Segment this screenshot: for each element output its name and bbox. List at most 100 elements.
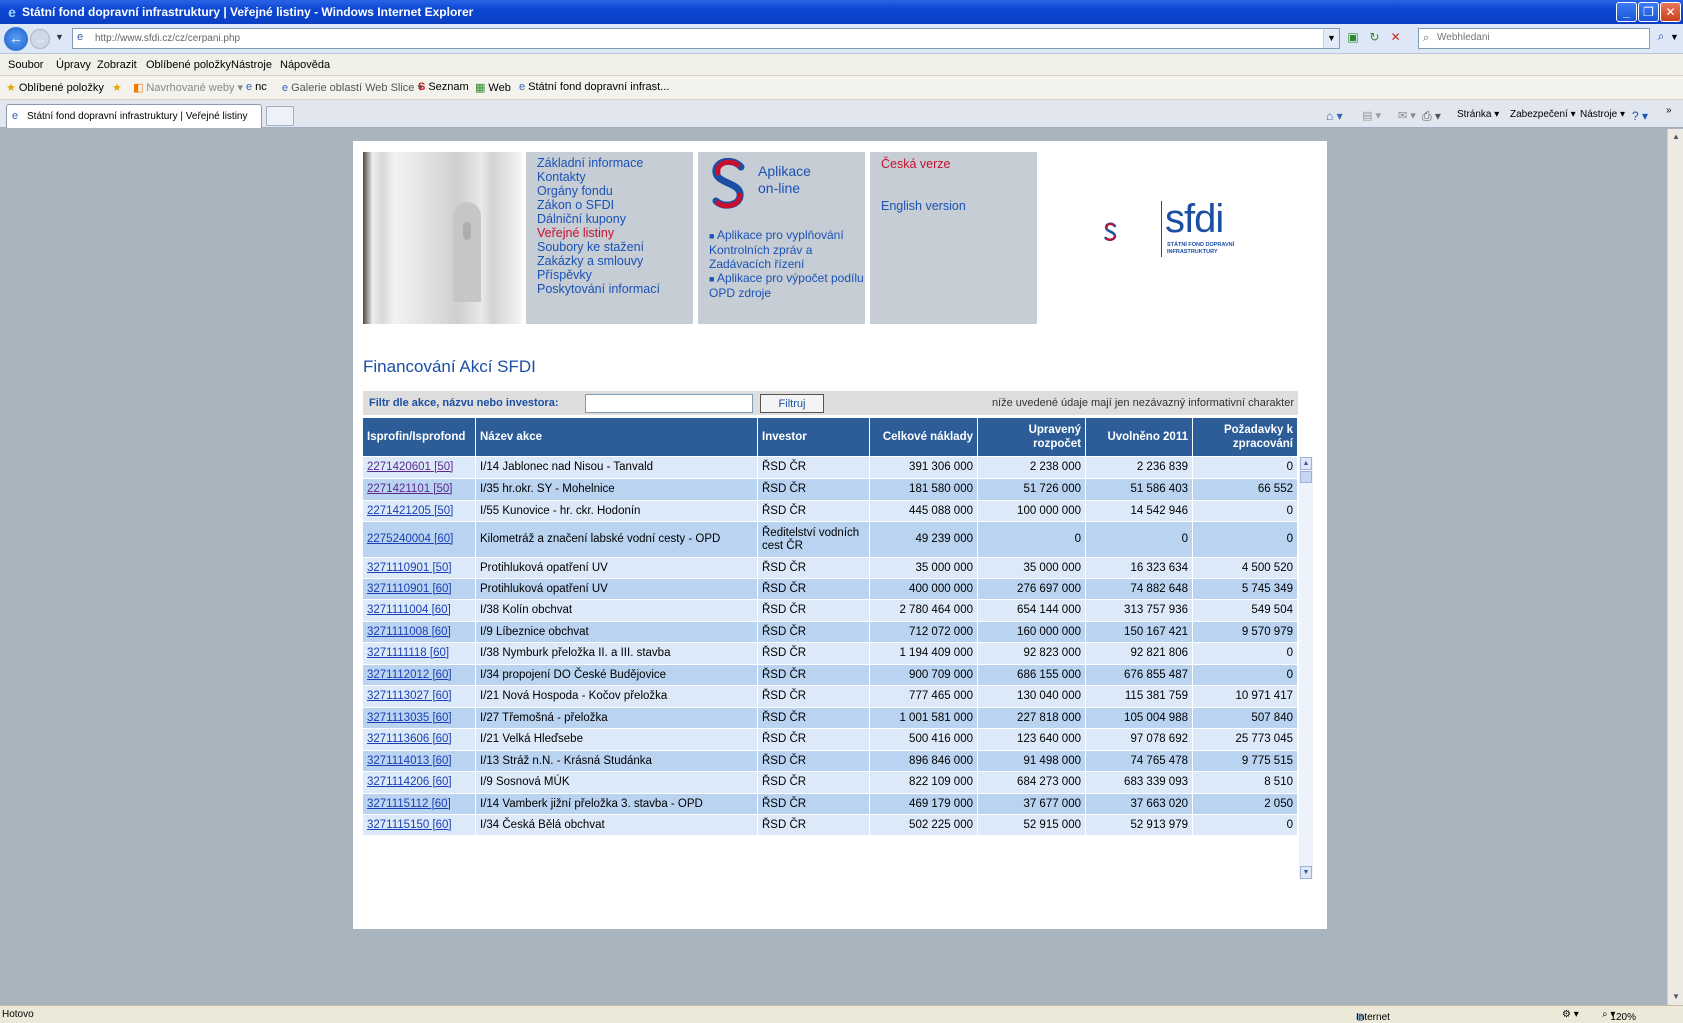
table-row: 3271113035 [60] I/27 Třemošná - přeložka Ř… (363, 708, 1298, 729)
refresh-icon[interactable]: ↻ (1365, 30, 1383, 44)
scroll-down-icon[interactable]: ▼ (1668, 989, 1683, 1005)
cell-isprofin[interactable]: 3271111008 [60] (363, 622, 476, 642)
tools-menu[interactable]: Nástroje ▾ (1580, 109, 1625, 120)
cell-isprofin[interactable]: 3271113035 [60] (363, 708, 476, 728)
nav-zakon-o-sfdi[interactable]: Zákon o SFDI (537, 198, 693, 212)
history-dropdown-icon[interactable]: ▼ (55, 32, 64, 42)
page-scrollbar[interactable]: ▲ ▼ (1667, 129, 1683, 1005)
page-icon: e (77, 31, 84, 43)
cell-upraveny: 92 823 000 (978, 643, 1086, 664)
menu-view[interactable]: Zobrazit (97, 59, 137, 71)
menu-help[interactable]: Nápověda (280, 59, 330, 71)
cell-isprofin[interactable]: 3271110901 [50] (363, 558, 476, 578)
app-link-opd[interactable]: ■ Aplikace pro výpočet podílu OPD zdroje (709, 271, 864, 300)
close-button[interactable]: ✕ (1660, 2, 1681, 22)
stop-icon[interactable]: ✕ (1387, 30, 1405, 44)
fav-sfdi[interactable]: e Státní fond dopravní infrast... (519, 81, 669, 93)
page-menu[interactable]: Stránka ▾ (1457, 109, 1499, 120)
lang-czech-link[interactable]: Česká verze (881, 157, 950, 171)
nav-organy-fondu[interactable]: Orgány fondu (537, 184, 693, 198)
nav-poskytovani-informaci[interactable]: Poskytování informací (537, 282, 693, 296)
search-field[interactable]: ⌕ (1418, 28, 1650, 49)
filter-input[interactable] (585, 394, 753, 413)
cell-investor: ŘSD ČR (758, 729, 870, 750)
url-field[interactable]: e http://www.sfdi.cz/cz/cerpani.php ▼ (72, 28, 1340, 49)
lang-english-link[interactable]: English version (881, 199, 966, 213)
mail-icon[interactable]: ✉ ▾ (1398, 109, 1416, 122)
cell-celkove: 896 846 000 (870, 751, 978, 771)
cell-isprofin[interactable]: 3271114013 [60] (363, 751, 476, 771)
nav-zakladni-informace[interactable]: Základní informace (537, 156, 693, 170)
home-icon[interactable]: ⌂ ▾ (1326, 109, 1343, 123)
filter-button[interactable]: Filtruj (760, 394, 824, 413)
back-button[interactable]: ← (4, 27, 28, 51)
fav-seznam[interactable]: S Seznam (418, 81, 469, 93)
cell-nazev: I/14 Vamberk jižní přeložka 3. stavba - … (476, 794, 758, 814)
nav-kontakty[interactable]: Kontakty (537, 170, 693, 184)
cell-celkove: 400 000 000 (870, 579, 978, 599)
cell-isprofin[interactable]: 2275240004 [60] (363, 522, 476, 557)
fav-nc[interactable]: e nc (246, 81, 267, 93)
cell-pozadavky: 8 510 (1193, 772, 1298, 793)
cell-isprofin[interactable]: 2271421101 [50] (363, 479, 476, 500)
table-scroll-thumb[interactable] (1300, 471, 1312, 483)
safety-menu[interactable]: Zabezpečení ▾ (1510, 109, 1576, 120)
maximize-button[interactable]: ❐ (1638, 2, 1659, 22)
search-icon[interactable]: ⌕ (1652, 29, 1670, 48)
scroll-up-icon[interactable]: ▲ (1668, 129, 1683, 145)
protected-mode-icon[interactable]: ⚙ ▾ (1562, 1009, 1579, 1020)
menu-file[interactable]: Soubor (8, 59, 43, 71)
table-scroll-down-icon[interactable]: ▼ (1300, 866, 1312, 879)
menu-edit[interactable]: Úpravy (56, 59, 91, 71)
nav-prispevky[interactable]: Příspěvky (537, 268, 693, 282)
feeds-icon[interactable]: ▤ ▾ (1362, 109, 1381, 122)
cell-pozadavky: 10 971 417 (1193, 686, 1298, 707)
zoom-control[interactable]: ⌕ 120% ▾ (1602, 1009, 1636, 1023)
nav-zakazky-a-smlouvy[interactable]: Zakázky a smlouvy (537, 254, 693, 268)
add-favorite-icon[interactable]: ★ (112, 81, 125, 94)
help-icon[interactable]: ? ▾ (1632, 109, 1648, 123)
minimize-button[interactable]: _ (1616, 2, 1637, 22)
search-dropdown-icon[interactable]: ▼ (1670, 32, 1679, 42)
cell-isprofin[interactable]: 3271110901 [60] (363, 579, 476, 599)
cell-investor: ŘSD ČR (758, 457, 870, 478)
cell-pozadavky: 9 570 979 (1193, 622, 1298, 642)
cell-isprofin[interactable]: 3271112012 [60] (363, 665, 476, 685)
favorites-button[interactable]: ★ Oblíbené položky (6, 81, 104, 94)
cell-isprofin[interactable]: 3271113606 [60] (363, 729, 476, 750)
nav-soubory-ke-stazeni[interactable]: Soubory ke stažení (537, 240, 693, 254)
cell-isprofin[interactable]: 3271111004 [60] (363, 600, 476, 621)
fav-web[interactable]: ▦ Web (475, 81, 511, 94)
compat-view-icon[interactable]: ▣ (1344, 30, 1362, 44)
cell-uvolneno: 74 765 478 (1086, 751, 1193, 771)
cell-isprofin[interactable]: 3271111118 [60] (363, 643, 476, 664)
cell-isprofin[interactable]: 3271114206 [60] (363, 772, 476, 793)
cell-isprofin[interactable]: 2271420601 [50] (363, 457, 476, 478)
cell-isprofin[interactable]: 3271113027 [60] (363, 686, 476, 707)
fav-suggested-sites[interactable]: ◧ Navrhované weby ▾ (133, 81, 243, 94)
table-scroll-up-icon[interactable]: ▲ (1300, 457, 1312, 470)
nav-dalnicni-kupony[interactable]: Dálniční kupony (537, 212, 693, 226)
col-pozadavky: Požadavky k zpracování (1193, 418, 1298, 456)
menu-favorites[interactable]: Oblíbené položky (146, 59, 231, 71)
cell-isprofin[interactable]: 3271115150 [60] (363, 815, 476, 835)
cell-isprofin[interactable]: 3271115112 [60] (363, 794, 476, 814)
search-input[interactable] (1437, 32, 1607, 43)
url-dropdown-icon[interactable]: ▼ (1323, 29, 1339, 48)
cell-upraveny: 123 640 000 (978, 729, 1086, 750)
fav-web-slice-gallery[interactable]: e Galerie oblastí Web Slice ▾ (282, 81, 423, 94)
nav-verejne-listiny[interactable]: Veřejné listiny (537, 226, 693, 240)
forward-button[interactable]: → (30, 29, 50, 49)
table-scrollbar[interactable]: ▲ ▼ (1299, 457, 1313, 879)
cell-uvolneno: 676 855 487 (1086, 665, 1193, 685)
tab-sfdi[interactable]: e Státní fond dopravní infrastruktury | … (6, 104, 262, 128)
chevron-right-icon[interactable]: » (1666, 105, 1672, 116)
print-icon[interactable]: ⎙ ▾ (1422, 109, 1441, 124)
app-link-reports[interactable]: ■ Aplikace pro vyplňování Kontrolních zp… (709, 228, 864, 271)
cell-isprofin[interactable]: 2271421205 [50] (363, 501, 476, 521)
cell-investor: ŘSD ČR (758, 479, 870, 500)
url-text[interactable]: http://www.sfdi.cz/cz/cerpani.php (95, 33, 240, 44)
cell-nazev: I/21 Velká Hleďsebe (476, 729, 758, 750)
menu-tools[interactable]: Nástroje (231, 59, 272, 71)
new-tab-button[interactable] (266, 106, 294, 126)
